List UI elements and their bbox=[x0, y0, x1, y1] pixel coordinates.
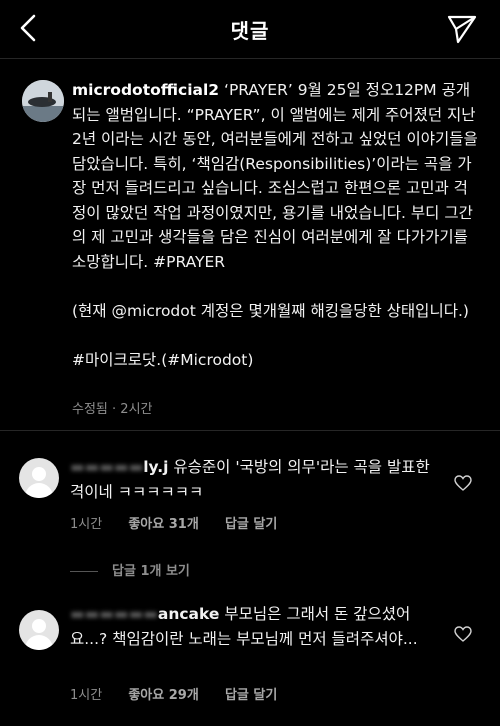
page-title: 댓글 bbox=[230, 19, 270, 43]
comment-username[interactable]: ▬▬▬▬▬ly.j bbox=[70, 458, 168, 476]
post-text: microdotofficial2 ‘PRAYER’ 9월 25일 정오12PM… bbox=[72, 78, 482, 372]
avatar[interactable] bbox=[19, 610, 59, 650]
paper-plane-icon[interactable] bbox=[446, 13, 478, 45]
header-bar: 댓글 bbox=[0, 0, 500, 59]
post-time: 2시간 bbox=[120, 402, 153, 417]
post-meta: 수정됨 · 2시간 bbox=[72, 402, 153, 417]
comment-text: ▬▬▬▬▬▬ancake 부모님은 그래서 돈 갚으셨어요...? 책임감이란 … bbox=[70, 605, 418, 648]
reply-button[interactable]: 답글 달기 bbox=[225, 688, 277, 703]
avatar[interactable] bbox=[22, 80, 64, 122]
heart-icon[interactable] bbox=[454, 475, 472, 491]
reply-button[interactable]: 답글 달기 bbox=[225, 517, 277, 532]
profile-photo bbox=[22, 80, 64, 122]
post-hashtag[interactable]: #마이크로닷.(#Microdot) bbox=[72, 351, 253, 369]
comment-time: 1시간 bbox=[70, 688, 103, 703]
post-username[interactable]: microdotofficial2 bbox=[72, 81, 219, 99]
likes-count[interactable]: 좋아요 31개 bbox=[128, 517, 198, 532]
heart-icon[interactable] bbox=[454, 626, 472, 642]
post-caption-section: microdotofficial2 ‘PRAYER’ 9월 25일 정오12PM… bbox=[0, 58, 500, 431]
avatar[interactable] bbox=[19, 458, 59, 498]
comment-actions: 1시간 좋아요 31개 답글 달기 bbox=[70, 513, 299, 532]
comment-time: 1시간 bbox=[70, 517, 103, 532]
comment-actions: 1시간 좋아요 29개 답글 달기 bbox=[70, 684, 299, 703]
likes-count[interactable]: 좋아요 29개 bbox=[128, 688, 198, 703]
edited-label: 수정됨 bbox=[72, 402, 108, 417]
comment-text: ▬▬▬▬▬ly.j 유승준이 '국방의 의무'라는 곡을 발표한 격이네 ㅋㅋㅋ… bbox=[70, 458, 430, 501]
comment-username[interactable]: ▬▬▬▬▬▬ancake bbox=[70, 605, 219, 623]
post-caption: ‘PRAYER’ 9월 25일 정오12PM 공개되는 앨범입니다. “PRAY… bbox=[72, 81, 483, 271]
view-replies-button[interactable]: 답글 1개 보기 bbox=[70, 560, 190, 579]
post-note: (현재 @microdot 계정은 몇개월째 해킹을당한 상태입니다.) bbox=[72, 301, 469, 320]
